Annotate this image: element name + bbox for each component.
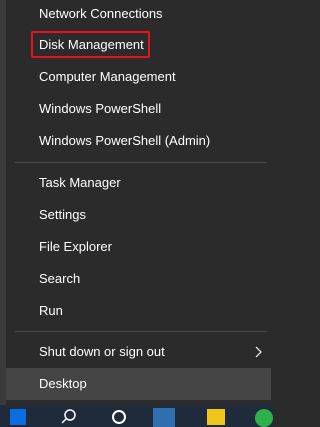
menu-item-label: Shut down or sign out <box>39 344 165 359</box>
taskbar-app-icon[interactable] <box>255 409 273 427</box>
task-view-icon[interactable] <box>110 408 128 427</box>
menu-item-label: Search <box>39 271 81 286</box>
menu-item-label: File Explorer <box>39 239 112 254</box>
windows-start-icon[interactable] <box>10 409 26 425</box>
taskbar <box>0 405 273 427</box>
menu-separator <box>15 162 267 163</box>
screen: Network Connections Disk Management Comp… <box>0 0 273 427</box>
menu-item-windows-powershell-admin[interactable]: Windows PowerShell (Admin) <box>6 127 271 155</box>
menu-item-windows-powershell[interactable]: Windows PowerShell <box>6 95 271 123</box>
menu-item-computer-management[interactable]: Computer Management <box>6 63 271 91</box>
menu-item-label: Desktop <box>39 376 87 391</box>
menu-item-label: Task Manager <box>39 175 121 190</box>
menu-item-label: Run <box>39 303 63 318</box>
search-icon[interactable] <box>60 408 78 427</box>
menu-item-desktop[interactable]: Desktop <box>6 368 271 400</box>
menu-item-label: Windows PowerShell <box>39 101 162 116</box>
menu-item-label: Windows PowerShell (Admin) <box>39 133 211 148</box>
menu-item-file-explorer[interactable]: File Explorer <box>6 233 271 261</box>
menu-item-search[interactable]: Search <box>6 265 271 293</box>
menu-item-label: Computer Management <box>39 69 176 84</box>
quick-link-menu: Network Connections Disk Management Comp… <box>6 0 273 405</box>
chevron-right-icon <box>253 338 263 366</box>
menu-item-label: Settings <box>39 207 86 222</box>
red-highlight-box <box>31 31 150 58</box>
menu-item-network-connections[interactable]: Network Connections <box>6 0 271 28</box>
menu-separator <box>15 331 267 332</box>
menu-item-settings[interactable]: Settings <box>6 201 271 229</box>
menu-item-task-manager[interactable]: Task Manager <box>6 169 271 197</box>
menu-item-shut-down-or-sign-out[interactable]: Shut down or sign out <box>6 338 271 366</box>
menu-item-run[interactable]: Run <box>6 297 271 325</box>
menu-item-label: Network Connections <box>39 6 163 21</box>
taskbar-app-icon[interactable] <box>153 408 175 427</box>
folder-icon[interactable] <box>207 409 225 425</box>
